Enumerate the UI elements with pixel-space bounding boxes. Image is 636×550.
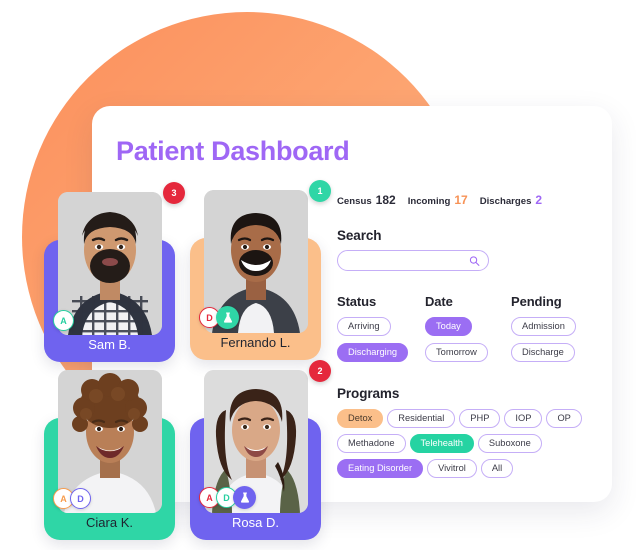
filter-group-pending: Pending Admission Discharge — [511, 294, 603, 368]
pending-heading: Pending — [511, 294, 562, 309]
stat-value: 17 — [454, 193, 468, 207]
filter-group-status: Status Arriving Discharging — [337, 294, 425, 368]
patient-name: Fernando L. — [220, 335, 291, 350]
programs-heading: Programs — [337, 386, 400, 401]
search-icon[interactable] — [469, 255, 480, 266]
search-input[interactable] — [338, 251, 488, 270]
patient-status-badges: D — [199, 306, 239, 329]
program-chip-php[interactable]: PHP — [459, 409, 501, 428]
pending-chip-admission[interactable]: Admission — [511, 317, 576, 337]
programs-chip-list: Detox Residential PHP IOP OP Methadone T… — [337, 409, 599, 484]
patient-count-badge: 3 — [163, 182, 185, 204]
stat-value: 2 — [535, 193, 543, 207]
stat-label: Discharges — [479, 196, 532, 207]
patient-name: Ciara K. — [86, 515, 133, 530]
flask-icon[interactable] — [216, 306, 239, 329]
search-heading: Search — [337, 228, 382, 243]
program-chip-suboxone[interactable]: Suboxone — [477, 434, 542, 453]
patient-name: Sam B. — [88, 337, 131, 352]
program-chip-vivitrol[interactable]: Vivitrol — [427, 459, 477, 478]
search-box[interactable] — [337, 250, 489, 271]
filter-groups: Status Arriving Discharging Date Today T… — [337, 294, 603, 368]
stat-label: Census — [337, 196, 372, 207]
patient-count-badge: 2 — [309, 360, 331, 382]
program-chip-all[interactable]: All — [480, 459, 514, 478]
program-chip-residential[interactable]: Residential — [387, 409, 456, 428]
pending-chip-discharge[interactable]: Discharge — [511, 343, 575, 363]
status-heading: Status — [337, 294, 377, 309]
stats-row: Census 182 Incoming 17 Discharges 2 — [337, 193, 549, 207]
badge-letter-d[interactable]: D — [70, 488, 91, 509]
date-heading: Date — [425, 294, 453, 309]
program-chip-methadone[interactable]: Methadone — [337, 434, 406, 453]
patient-card[interactable]: 1 D Fernando L. — [190, 180, 331, 360]
patient-name: Rosa D. — [232, 515, 279, 530]
stat-discharges: Discharges 2 — [480, 193, 542, 207]
patient-dashboard-illustration: Patient Dashboard Census 182 Incoming 17… — [0, 0, 636, 550]
patient-status-badges: A — [53, 310, 74, 331]
patient-card[interactable]: 2 A D Rosa D. — [190, 360, 331, 540]
patient-count-badge: 1 — [309, 180, 331, 202]
stat-value: 182 — [375, 193, 396, 207]
program-chip-telehealth[interactable]: Telehealth — [409, 434, 474, 453]
patient-photo — [57, 192, 162, 335]
date-chip-tomorrow[interactable]: Tomorrow — [425, 343, 488, 363]
status-chip-discharging[interactable]: Discharging — [337, 343, 409, 363]
date-chip-today[interactable]: Today — [425, 317, 472, 337]
filter-group-date: Date Today Tomorrow — [425, 294, 511, 368]
program-chip-eating-disorder[interactable]: Eating Disorder — [337, 459, 424, 478]
stat-census: Census 182 — [337, 193, 396, 207]
patient-status-badges: A D — [53, 488, 91, 509]
patient-status-badges: A D — [199, 486, 256, 509]
program-chip-iop[interactable]: IOP — [504, 409, 543, 428]
search-section: Search — [337, 228, 489, 271]
patient-card[interactable]: 3 A Sam B. — [44, 182, 185, 362]
page-title: Patient Dashboard — [116, 136, 350, 166]
stat-incoming: Incoming 17 — [408, 193, 468, 207]
badge-letter-a[interactable]: A — [53, 310, 74, 331]
program-chip-detox[interactable]: Detox — [337, 409, 384, 428]
patient-card[interactable]: A D Ciara K. — [44, 370, 175, 540]
status-chip-arriving[interactable]: Arriving — [337, 317, 391, 337]
flask-icon[interactable] — [233, 486, 256, 509]
programs-section: Programs Detox Residential PHP IOP OP Me… — [337, 386, 599, 484]
program-chip-op[interactable]: OP — [546, 409, 582, 428]
stat-label: Incoming — [407, 196, 451, 207]
